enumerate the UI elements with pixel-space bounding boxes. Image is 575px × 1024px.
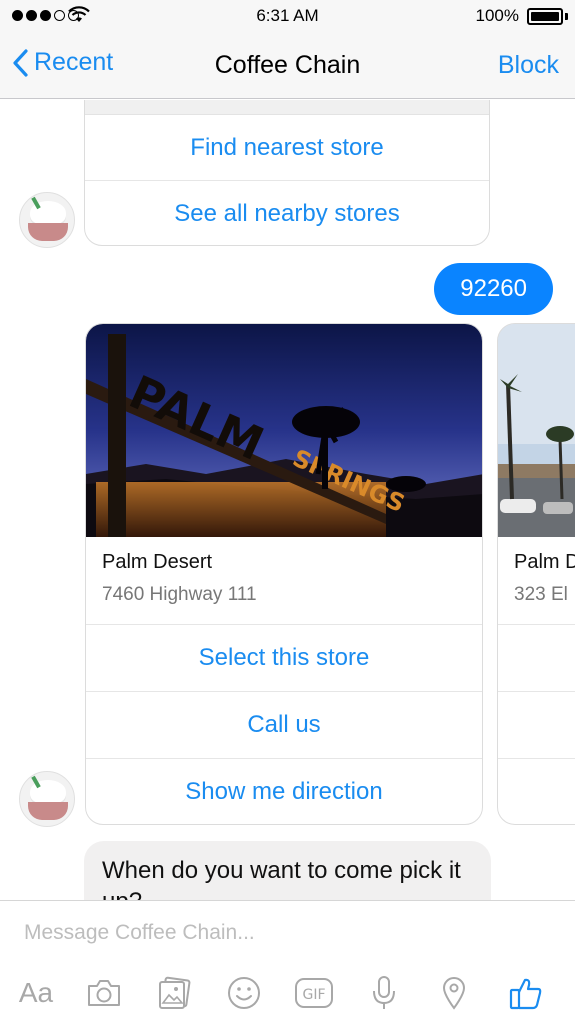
bot-message-bubble: When do you want to come pick it up? <box>84 841 491 900</box>
svg-text:GIF: GIF <box>302 987 325 1003</box>
find-nearest-store-button[interactable]: Find nearest store <box>85 115 489 181</box>
store-image[interactable]: PALM SPRINGS <box>86 324 482 537</box>
user-message-bubble: 92260 <box>434 263 553 315</box>
battery-icon <box>527 8 563 25</box>
block-button[interactable]: Block <box>498 51 559 80</box>
conversation-title[interactable]: Coffee Chain <box>215 51 360 79</box>
chevron-left-icon <box>13 48 28 77</box>
store-address: 323 El <box>514 584 568 605</box>
message-composer: Message Coffee Chain... Aa GIF <box>0 900 575 1024</box>
store-address: 7460 Highway 111 <box>102 584 257 605</box>
battery-percentage: 100% <box>475 6 519 25</box>
thumbs-up-icon[interactable] <box>504 971 548 1015</box>
bot-avatar[interactable] <box>19 192 75 248</box>
store-card[interactable]: PALM SPRINGS Palm Desert 7460 Highway 11… <box>85 323 483 825</box>
call-us-button[interactable] <box>498 692 575 759</box>
directions-button[interactable]: Show me direction <box>86 759 482 824</box>
store-image[interactable] <box>498 324 575 537</box>
gif-icon[interactable]: GIF <box>292 971 336 1015</box>
chat-thread[interactable]: Find nearest store See all nearby stores… <box>0 100 575 900</box>
see-all-nearby-stores-button[interactable]: See all nearby stores <box>85 181 489 245</box>
quick-reply-card: Find nearest store See all nearby stores <box>84 100 490 246</box>
text-format-icon[interactable]: Aa <box>14 971 58 1015</box>
call-us-button[interactable]: Call us <box>86 692 482 759</box>
directions-button[interactable] <box>498 759 575 824</box>
composer-toolbar: Aa GIF <box>0 963 575 1021</box>
emoji-icon[interactable] <box>222 971 266 1015</box>
bot-avatar[interactable] <box>19 771 75 827</box>
camera-icon[interactable] <box>82 971 126 1015</box>
gallery-icon[interactable] <box>152 971 196 1015</box>
back-label: Recent <box>34 48 114 76</box>
store-name: Palm D <box>514 551 575 573</box>
select-store-button[interactable] <box>498 625 575 692</box>
store-name: Palm Desert <box>102 551 213 573</box>
store-card[interactable]: Palm D 323 El <box>497 323 575 825</box>
location-icon[interactable] <box>432 971 476 1015</box>
navigation-bar: Recent Coffee Chain Block <box>0 32 575 99</box>
message-input[interactable]: Message Coffee Chain... <box>24 921 255 945</box>
microphone-icon[interactable] <box>362 971 406 1015</box>
select-store-button[interactable]: Select this store <box>86 625 482 692</box>
status-bar: 6:31 AM 100% <box>0 0 575 32</box>
back-button[interactable]: Recent <box>12 48 113 77</box>
